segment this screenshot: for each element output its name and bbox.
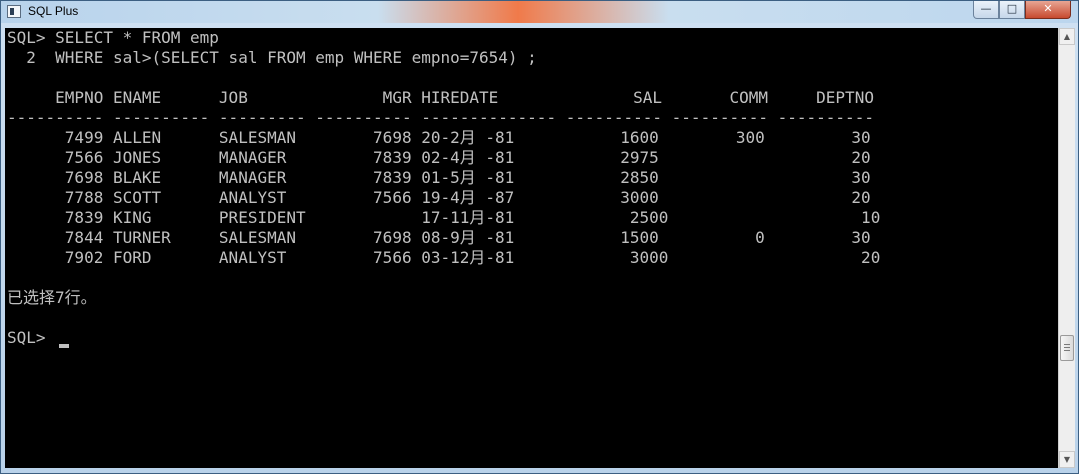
text-cursor bbox=[59, 344, 69, 348]
maximize-button[interactable]: □ bbox=[999, 1, 1025, 19]
close-button[interactable]: ✕ bbox=[1025, 1, 1071, 19]
sqlplus-window: SQL Plus — □ ✕ SQL> SELECT * FROM emp 2 … bbox=[0, 0, 1079, 474]
result-header: EMPNO ENAME JOB MGR HIREDATE SAL COMM DE… bbox=[7, 88, 874, 107]
table-row: 7698 BLAKE MANAGER 7839 01-5月 -81 2850 3… bbox=[7, 168, 871, 187]
grip-line bbox=[1064, 350, 1070, 351]
scroll-up-button[interactable]: ▲ bbox=[1059, 28, 1075, 45]
vertical-scrollbar[interactable]: ▲ ▼ bbox=[1058, 28, 1075, 468]
minimize-button[interactable]: — bbox=[973, 1, 999, 19]
console-line: 2 WHERE sal>(SELECT sal FROM emp WHERE e… bbox=[7, 48, 537, 67]
scrollbar-thumb[interactable] bbox=[1060, 335, 1074, 361]
title-bar[interactable]: SQL Plus — □ ✕ bbox=[1, 1, 1078, 23]
table-row: 7902 FORD ANALYST 7566 03-12月-81 3000 20 bbox=[7, 248, 881, 267]
result-separator: ---------- ---------- --------- --------… bbox=[7, 108, 874, 127]
console-output[interactable]: SQL> SELECT * FROM emp 2 WHERE sal>(SELE… bbox=[5, 28, 1058, 468]
rows-selected-message: 已选择7行。 bbox=[7, 288, 97, 307]
console-line: SQL> SELECT * FROM emp bbox=[7, 28, 219, 47]
table-row: 7844 TURNER SALESMAN 7698 08-9月 -81 1500… bbox=[7, 228, 871, 247]
table-row: 7499 ALLEN SALESMAN 7698 20-2月 -81 1600 … bbox=[7, 128, 871, 147]
scroll-down-button[interactable]: ▼ bbox=[1059, 451, 1075, 468]
sql-prompt[interactable]: SQL> bbox=[7, 328, 55, 348]
table-row: 7788 SCOTT ANALYST 7566 19-4月 -87 3000 2… bbox=[7, 188, 871, 207]
app-icon[interactable] bbox=[7, 5, 21, 18]
grip-line bbox=[1064, 344, 1070, 345]
grip-line bbox=[1064, 347, 1070, 348]
table-row: 7839 KING PRESIDENT 17-11月-81 2500 10 bbox=[7, 208, 881, 227]
table-row: 7566 JONES MANAGER 7839 02-4月 -81 2975 2… bbox=[7, 148, 871, 167]
window-title: SQL Plus bbox=[28, 4, 79, 18]
